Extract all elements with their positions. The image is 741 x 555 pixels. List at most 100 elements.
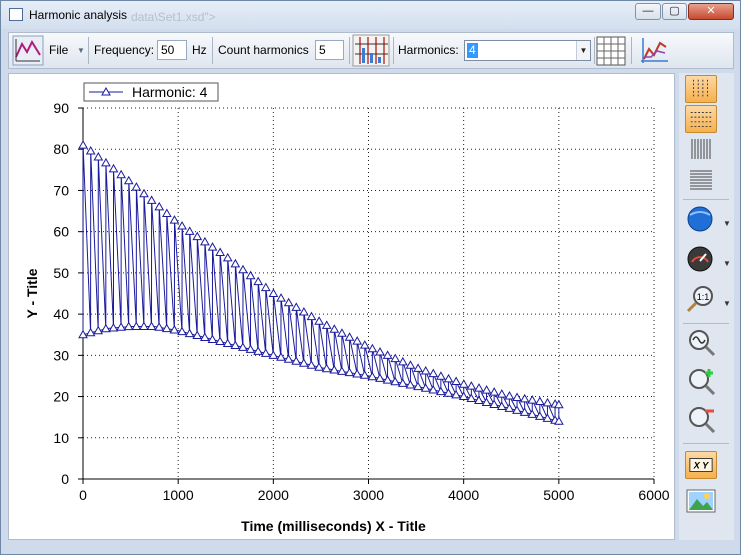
svg-text:1:1: 1:1: [697, 292, 710, 302]
close-button[interactable]: ✕: [688, 3, 734, 20]
series-point-marker: [177, 221, 187, 230]
x-tick-label: 4000: [448, 487, 479, 503]
series-point-marker: [169, 215, 180, 224]
series-point-marker: [146, 195, 157, 204]
count-harmonics-input[interactable]: 5: [315, 40, 344, 60]
frequency-unit: Hz: [192, 43, 207, 57]
series-lower-envelope: [82, 326, 559, 422]
chart-tools-sidebar: ▼ ▼ 1:1 ▼ X Y: [679, 73, 734, 540]
series-point-marker: [519, 393, 530, 403]
title-bar: Harmonic analysis data\Set1.xsd"> — ▢ ✕: [1, 1, 740, 29]
series-point-marker: [139, 188, 149, 198]
series-point-marker: [101, 157, 111, 167]
y-tick-label: 10: [53, 430, 69, 446]
series-point-marker: [481, 385, 492, 394]
table-grid-icon[interactable]: [596, 36, 626, 66]
y-axis-title: Y - Title: [24, 268, 40, 318]
series-point-marker: [443, 373, 454, 383]
series-point-marker: [78, 140, 88, 149]
y-tick-label: 70: [53, 182, 69, 198]
series-point-marker: [458, 379, 469, 388]
series-point-marker: [504, 391, 515, 400]
series-point-marker: [139, 321, 149, 330]
series-point-marker: [382, 350, 393, 359]
count-harmonics-label: Count harmonics: [218, 43, 309, 57]
zoom-dropdown-arrow-icon[interactable]: ▼: [723, 299, 731, 308]
xy-axis-icon[interactable]: X Y: [685, 451, 717, 479]
x-tick-label: 1000: [163, 487, 194, 503]
svg-text:X Y: X Y: [693, 461, 710, 471]
fine-horizontal-grid-icon[interactable]: [685, 165, 717, 193]
y-tick-label: 0: [61, 471, 69, 487]
horizontal-grid-icon[interactable]: [685, 105, 717, 133]
minimize-button[interactable]: —: [635, 3, 661, 20]
zoom-out-icon[interactable]: [685, 405, 717, 433]
file-dropdown-arrow-icon[interactable]: ▼: [77, 33, 85, 68]
series-point-marker: [375, 347, 385, 356]
chart-file-icon[interactable]: [12, 35, 44, 66]
toolbar-separator: [88, 37, 89, 64]
speedometer-icon[interactable]: [685, 245, 717, 273]
series-point-marker: [184, 226, 195, 235]
series-point-marker: [428, 368, 439, 378]
harmonic-chart[interactable]: 0 1000 2000 3000 4000 5000 6000 0 10 20 30 40 50 60 70…: [9, 74, 674, 539]
series-point-marker: [131, 321, 142, 330]
series-point-marker: [489, 387, 500, 396]
maximize-button[interactable]: ▢: [662, 3, 687, 20]
y-tick-label: 90: [53, 100, 69, 116]
series-point-marker: [413, 363, 423, 372]
spectrum-grid-icon[interactable]: [352, 34, 390, 67]
x-tick-label: 6000: [638, 487, 669, 503]
y-tick-label: 80: [53, 141, 69, 157]
series-point-marker: [192, 231, 203, 241]
series-point-marker: [451, 376, 462, 386]
series-point-marker: [207, 242, 218, 251]
series-point-marker: [291, 302, 302, 311]
harmonic-analysis-window: Harmonic analysis data\Set1.xsd"> — ▢ ✕ …: [0, 0, 741, 555]
color-globe-icon[interactable]: [685, 205, 717, 233]
toolbar: File ▼ Frequency: 50 Hz Count harmonics …: [8, 32, 734, 69]
speed-dropdown-arrow-icon[interactable]: ▼: [723, 259, 731, 268]
xy-chart-icon[interactable]: [637, 35, 671, 67]
plot-area[interactable]: 0 1000 2000 3000 4000 5000 6000 0 10 20 30 40 50 60 70…: [8, 73, 675, 540]
x-tick-label: 0: [79, 487, 87, 503]
x-axis-title: Time (milliseconds) X - Title: [241, 518, 426, 534]
series-line-harmonic-4: [82, 145, 560, 422]
series-point-marker: [230, 258, 241, 268]
series-point-marker: [436, 371, 446, 380]
series-point-marker: [542, 397, 553, 407]
file-menu[interactable]: File: [49, 33, 68, 68]
y-tick-label: 20: [53, 389, 69, 405]
window-title: Harmonic analysis: [29, 8, 128, 22]
export-image-icon[interactable]: [685, 487, 717, 515]
color-dropdown-arrow-icon[interactable]: ▼: [723, 219, 731, 228]
fine-vertical-grid-icon[interactable]: [685, 135, 717, 163]
series-point-marker: [108, 163, 119, 173]
harmonics-select[interactable]: 4 ▼: [464, 40, 591, 61]
series-point-marker: [314, 316, 324, 325]
zoom-1-1-icon[interactable]: 1:1: [685, 285, 717, 313]
series-point-marker: [268, 288, 279, 297]
ghost-text: data\Set1.xsd">: [131, 10, 216, 24]
series-point-marker: [123, 175, 134, 185]
y-tick-label: 60: [53, 224, 69, 240]
series-point-marker: [116, 169, 127, 179]
series-point-marker: [474, 383, 484, 392]
series-point-marker: [283, 297, 294, 307]
series-point-marker: [253, 276, 264, 286]
series-point-marker: [321, 320, 332, 329]
series-point-marker: [238, 264, 248, 274]
vertical-grid-icon[interactable]: [685, 75, 717, 103]
series-point-marker: [405, 360, 416, 369]
series-point-marker: [420, 365, 431, 375]
chevron-down-icon[interactable]: ▼: [576, 41, 590, 60]
zoom-in-icon[interactable]: [685, 367, 717, 395]
frequency-input[interactable]: 50: [157, 40, 187, 60]
harmonics-label: Harmonics:: [398, 43, 459, 57]
zoom-wave-icon[interactable]: [685, 329, 717, 357]
harmonics-selected-value: 4: [467, 43, 478, 58]
series-point-marker: [222, 252, 233, 262]
x-tick-label: 3000: [353, 487, 384, 503]
series-point-marker: [161, 208, 172, 218]
series-point-marker: [397, 356, 408, 366]
